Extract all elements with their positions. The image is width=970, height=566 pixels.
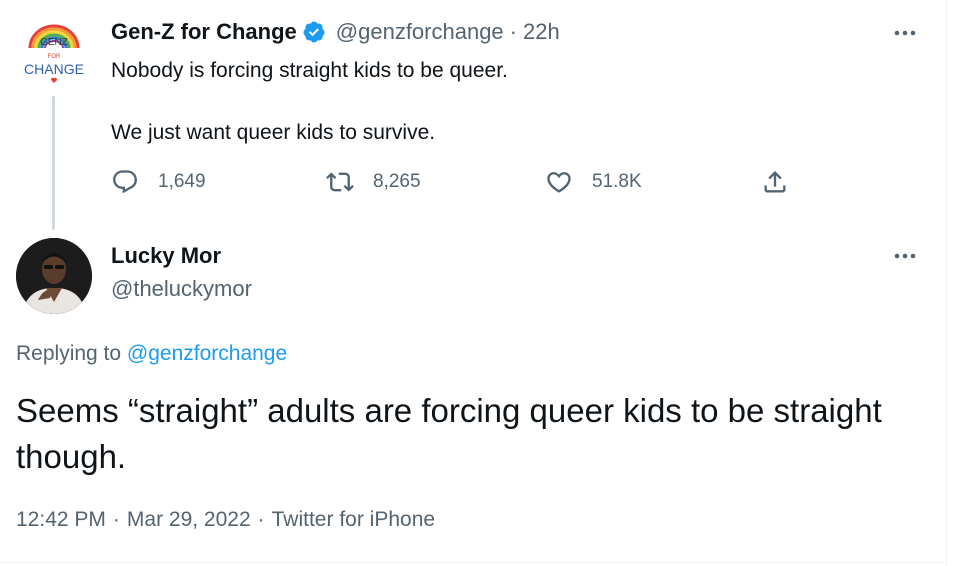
parent-action-bar: 1,649 8,265 51.8K <box>111 166 811 198</box>
parent-handle[interactable]: @genzforchange <box>336 19 504 45</box>
verified-badge-icon <box>302 20 326 44</box>
retweet-button[interactable]: 8,265 <box>326 166 421 198</box>
parent-text-line-2: We just want queer kids to survive. <box>111 121 436 144</box>
parent-author-name[interactable]: Gen-Z for Change <box>111 19 297 45</box>
focal-tweet-text: Seems “straight” adults are forcing quee… <box>16 392 882 475</box>
meta-separator: · <box>112 508 120 531</box>
replying-prefix: Replying to <box>16 342 122 365</box>
reply-icon <box>113 170 137 194</box>
column-border <box>946 0 947 566</box>
focal-date[interactable]: Mar 29, 2022 <box>127 508 251 531</box>
focal-tweet-meta: 12:42 PM · Mar 29, 2022 · Twitter for iPhone <box>16 505 435 535</box>
divider <box>0 562 946 563</box>
focal-time[interactable]: 12:42 PM <box>16 508 106 531</box>
parent-tweet-text: Nobody is forcing straight kids to be qu… <box>111 55 508 148</box>
avatar-text-bottom: CHANGE <box>24 61 84 77</box>
like-button[interactable]: 51.8K <box>545 166 642 198</box>
more-options-icon[interactable] <box>890 246 920 266</box>
like-count: 51.8K <box>592 171 642 192</box>
avatar-text-mid: FOR <box>48 54 61 60</box>
share-button[interactable] <box>761 166 789 198</box>
share-icon <box>764 171 786 193</box>
retweet-count: 8,265 <box>373 171 421 192</box>
reply-count: 1,649 <box>158 171 206 192</box>
thread-line <box>52 96 55 230</box>
lucky-mor-avatar[interactable] <box>16 238 92 314</box>
avatar-text-top: GENZ <box>40 37 68 48</box>
reply-button[interactable]: 1,649 <box>111 166 206 198</box>
rainbow-logo-icon: GENZ FOR CHANGE <box>24 24 84 83</box>
replying-mention-link[interactable]: @genzforchange <box>127 342 287 365</box>
profile-photo-icon <box>16 238 92 314</box>
retweet-icon <box>326 172 354 192</box>
meta-separator: · <box>257 508 265 531</box>
parent-text-line-1: Nobody is forcing straight kids to be qu… <box>111 59 508 82</box>
tweet-thread: GENZ FOR CHANGE Gen-Z for Change @genzfo… <box>0 0 970 566</box>
focal-source[interactable]: Twitter for iPhone <box>272 508 435 531</box>
parent-tweet-header: Gen-Z for Change @genzforchange · 22h <box>111 17 560 47</box>
header-separator: · <box>509 19 517 44</box>
more-options-icon[interactable] <box>890 23 920 43</box>
replying-to-line: Replying to @genzforchange <box>16 339 287 369</box>
focal-author-name[interactable]: Lucky Mor <box>111 241 221 271</box>
parent-timestamp[interactable]: 22h <box>523 19 560 45</box>
heart-icon <box>547 172 571 193</box>
genz-avatar[interactable]: GENZ FOR CHANGE <box>16 14 92 90</box>
focal-handle[interactable]: @theluckymor <box>111 274 252 304</box>
